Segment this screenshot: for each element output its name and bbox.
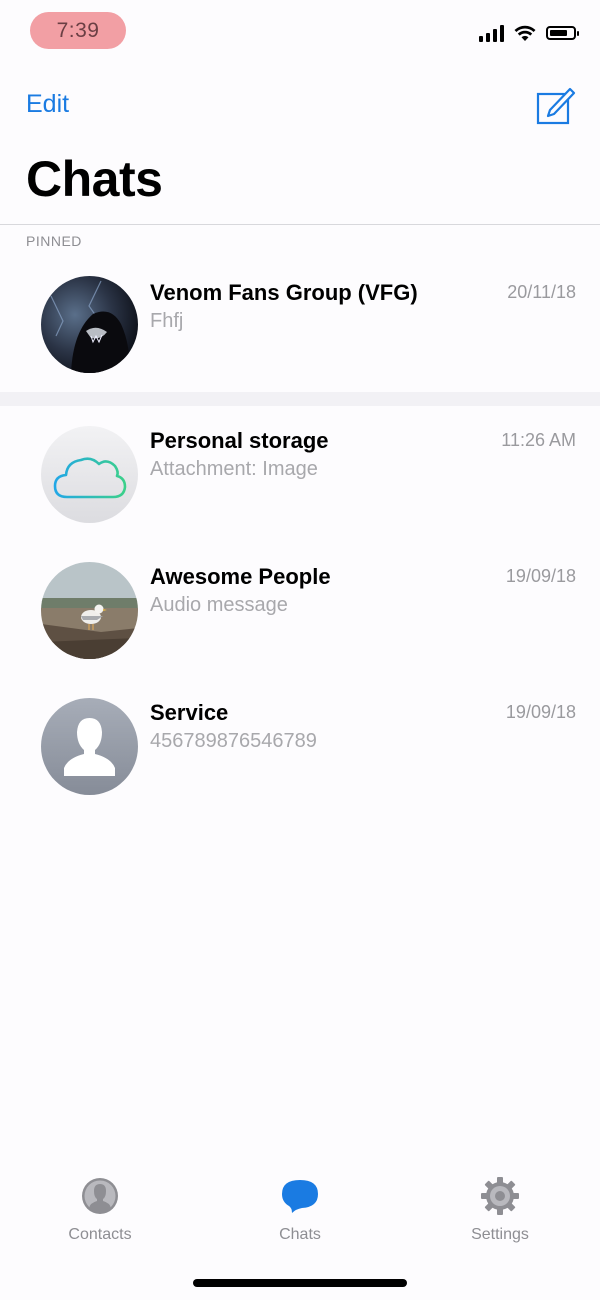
- tab-label: Chats: [279, 1226, 321, 1243]
- gear-icon: [481, 1177, 519, 1215]
- cellular-signal-icon: [479, 24, 504, 42]
- chat-date: 11:26 AM: [501, 430, 576, 450]
- tab-settings[interactable]: Settings: [430, 1170, 570, 1244]
- person-silhouette-icon: [64, 718, 115, 776]
- chat-preview: Attachment: Image: [150, 458, 318, 480]
- chat-row-personal-storage[interactable]: Personal storage Attachment: Image 11:26…: [0, 412, 600, 532]
- tab-contacts[interactable]: Contacts: [30, 1170, 170, 1244]
- status-icons: [479, 24, 579, 42]
- seagull-avatar: [41, 562, 138, 659]
- chat-name: Awesome People: [150, 564, 331, 589]
- tab-bar: Contacts Chats Settings: [0, 1170, 600, 1250]
- chat-date: 19/09/18: [505, 566, 576, 586]
- chat-date: 20/11/18: [507, 282, 576, 302]
- chat-name: Personal storage: [150, 428, 329, 453]
- status-time: 7:39: [30, 12, 126, 49]
- home-indicator[interactable]: [193, 1279, 407, 1287]
- tab-label: Settings: [471, 1226, 529, 1243]
- chat-preview: Fhfj: [150, 310, 184, 332]
- cloud-avatar: [41, 426, 138, 523]
- chat-date: 19/09/18: [505, 702, 576, 722]
- cloud-icon: [53, 457, 127, 499]
- tab-label: Contacts: [68, 1226, 132, 1243]
- battery-icon: [546, 26, 579, 40]
- chat-preview: Audio message: [150, 594, 288, 616]
- contacts-icon: [82, 1178, 118, 1214]
- chat-bubble-icon: [282, 1180, 318, 1213]
- chat-row-venom-fans-group[interactable]: Venom Fans Group (VFG) Fhfj 20/11/18: [0, 262, 600, 382]
- chat-preview: 456789876546789: [150, 730, 317, 752]
- wifi-icon: [514, 25, 536, 41]
- chat-name: Venom Fans Group (VFG): [150, 280, 418, 305]
- chat-name: Service: [150, 700, 229, 725]
- section-divider: [0, 392, 600, 406]
- title-divider: [0, 224, 600, 225]
- compose-icon: [536, 87, 576, 125]
- edit-button[interactable]: Edit: [26, 90, 69, 119]
- status-bar: 7:39: [0, 0, 600, 60]
- chat-row-service[interactable]: Service 456789876546789 19/09/18: [0, 684, 600, 804]
- chat-row-awesome-people[interactable]: Awesome People Audio message 19/09/18: [0, 548, 600, 668]
- service-avatar: [41, 698, 138, 795]
- page-title: Chats: [26, 151, 163, 207]
- tab-chats[interactable]: Chats: [230, 1170, 370, 1244]
- pinned-section-label: PINNED: [26, 233, 82, 249]
- compose-button[interactable]: [534, 86, 576, 126]
- venom-avatar: [41, 276, 138, 373]
